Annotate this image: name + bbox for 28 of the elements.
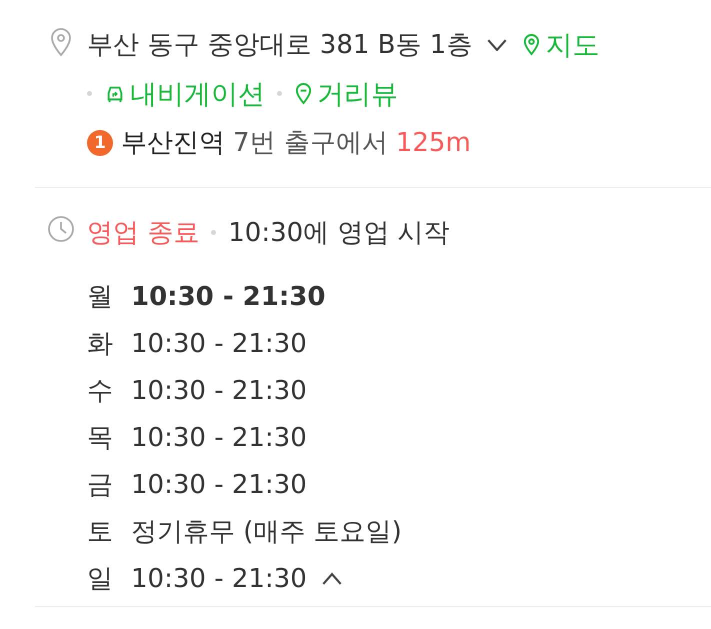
hours-text: 10:30 - 21:30 <box>131 422 307 452</box>
exit-text: 7번 출구에서 <box>233 127 388 160</box>
day-label: 목 <box>87 422 114 455</box>
map-link[interactable]: 지도 <box>522 26 600 62</box>
pin-icon <box>294 82 313 105</box>
day-label: 수 <box>87 375 114 408</box>
day-label: 일 <box>87 563 114 596</box>
day-label: 토 <box>87 516 114 549</box>
status-text: 영업 종료 <box>87 217 200 250</box>
opening-time-text: 10:30에 영업 시작 <box>228 217 450 250</box>
hours-text: 10:30 - 21:30 <box>131 564 307 594</box>
map-pin-icon <box>522 33 542 56</box>
day-label: 금 <box>87 469 114 502</box>
chevron-down-icon[interactable] <box>486 38 508 51</box>
day-label: 화 <box>87 328 114 361</box>
station-name: 부산진역 <box>121 127 225 160</box>
navigation-link[interactable]: 내비게이션 <box>104 76 265 112</box>
chevron-up-icon[interactable] <box>320 572 343 585</box>
street-view-link[interactable]: 거리뷰 <box>294 76 398 112</box>
hours-text: 10:30 - 21:30 <box>131 376 307 406</box>
address-text: 부산 동구 중앙대로 381 B동 1층 <box>87 29 472 62</box>
distance-text: 125m <box>396 128 471 158</box>
hours-text: 10:30 - 21:30 <box>131 470 307 500</box>
hours-text: 정기휴무 (매주 토요일) <box>131 516 402 549</box>
subway-line-badge: 1 <box>87 130 113 156</box>
hours-text: 10:30 - 21:30 <box>131 282 326 312</box>
day-label: 월 <box>87 281 114 314</box>
hours-text: 10:30 - 21:30 <box>131 328 307 358</box>
